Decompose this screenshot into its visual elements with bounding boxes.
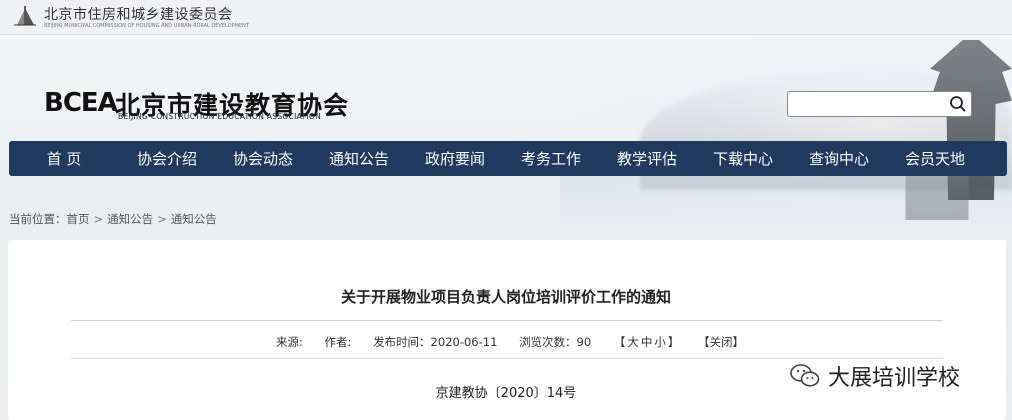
nav-item-notices[interactable]: 通知公告 (311, 148, 407, 169)
government-header-strip: 北京市住房和城乡建设委员会 BEIJING MUNICIPAL COMMISSI… (0, 0, 1012, 35)
nav-item-about[interactable]: 协会介绍 (119, 148, 215, 169)
association-english-name: BEIJING CONSTRUCTION EDUCATION ASSOCIATI… (118, 112, 321, 121)
close-article-button[interactable]: 【关闭】 (698, 335, 744, 349)
breadcrumb-home-link[interactable]: 首页 (67, 212, 90, 226)
search-input[interactable] (788, 92, 955, 116)
meta-view-count: 浏览次数：90 (519, 335, 592, 349)
nav-item-query[interactable]: 查询中心 (791, 148, 887, 169)
commission-logo-icon (14, 6, 36, 26)
nav-item-government-news[interactable]: 政府要闻 (407, 148, 503, 169)
nav-item-teaching-evaluation[interactable]: 教学评估 (599, 148, 695, 169)
font-size-large-button[interactable]: 大 (627, 335, 639, 349)
bcea-logo[interactable]: BCEA (44, 88, 118, 118)
font-size-small-button[interactable]: 小 (654, 335, 666, 349)
breadcrumb: 当前位置：首页 > 通知公告 > 通知公告 (9, 211, 217, 227)
wechat-watermark: 大展培训学校 (790, 358, 960, 394)
breadcrumb-notices-link[interactable]: 通知公告 (107, 212, 153, 226)
article-meta: 来源: 作者: 发布时间：2020-06-11 浏览次数：90 【大中小】 【关… (276, 334, 762, 350)
watermark-text: 大展培训学校 (828, 366, 961, 391)
size-bracket-close: 】 (667, 335, 680, 349)
nav-item-exam-affairs[interactable]: 考务工作 (503, 148, 599, 169)
breadcrumb-current[interactable]: 通知公告 (171, 212, 217, 226)
meta-author: 作者: (324, 335, 352, 349)
breadcrumb-separator: > (157, 212, 167, 226)
article-title: 关于开展物业项目负责人岗位培训评价工作的通知 (340, 288, 671, 306)
nav-item-downloads[interactable]: 下载中心 (695, 148, 791, 169)
nav-item-home[interactable]: 首 页 (9, 148, 119, 169)
meta-source: 来源: (276, 335, 303, 349)
commission-name: 北京市住房和城乡建设委员会 (44, 7, 233, 23)
nav-item-news[interactable]: 协会动态 (215, 148, 311, 169)
search-box (787, 91, 972, 117)
title-divider (71, 320, 943, 321)
font-size-medium-button[interactable]: 中 (641, 335, 653, 349)
wechat-icon (790, 364, 820, 387)
meta-publish-date: 发布时间：2020-06-11 (373, 335, 498, 349)
font-size-control: 【大中小】 (613, 335, 681, 349)
size-bracket-open: 【 (613, 335, 626, 349)
main-navigation: 首 页 协会介绍 协会动态 通知公告 政府要闻 考务工作 教学评估 下载中心 查… (9, 141, 1007, 176)
breadcrumb-separator: > (93, 212, 104, 226)
search-icon[interactable] (949, 95, 967, 113)
commission-english-name: BEIJING MUNICIPAL COMMISSION OF HOUSING … (44, 23, 249, 29)
breadcrumb-prefix: 当前位置： (9, 212, 67, 226)
nav-item-members[interactable]: 会员天地 (887, 148, 983, 169)
